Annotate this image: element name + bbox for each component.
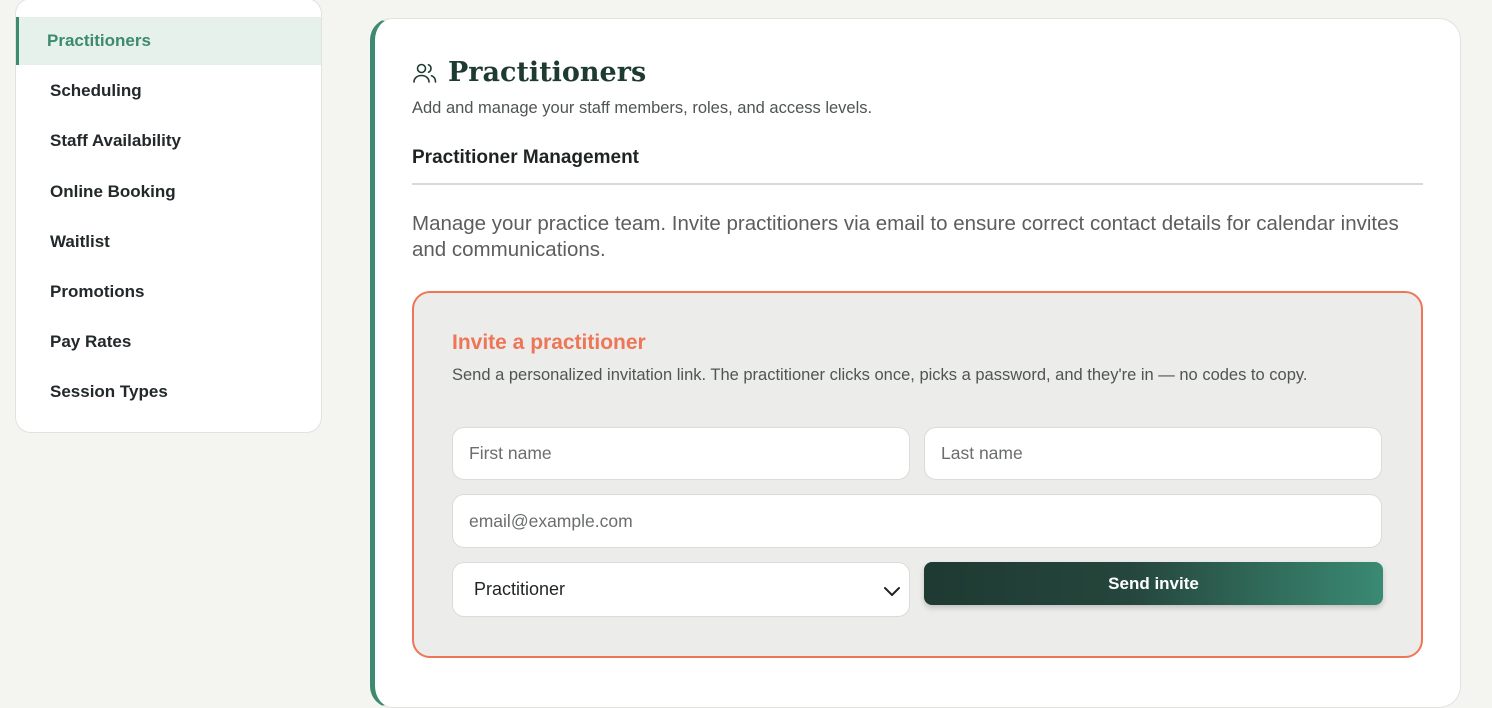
sidebar-item-online-booking[interactable]: Online Booking — [16, 168, 321, 216]
page-subtitle: Add and manage your staff members, roles… — [412, 99, 873, 117]
chevron-down-icon — [881, 580, 903, 602]
section-description: Manage your practice team. Invite practi… — [412, 212, 1399, 261]
last-name-input[interactable] — [924, 427, 1382, 480]
role-select[interactable]: Practitioner — [452, 562, 910, 617]
sidebar-item-practitioners[interactable]: Practitioners — [16, 17, 321, 65]
invite-title: Invite a practitioner — [452, 331, 646, 354]
sidebar-item-session-types[interactable]: Session Types — [16, 368, 321, 416]
send-invite-button[interactable]: Send invite — [924, 562, 1383, 605]
practitioners-card: Practitioners Add and manage your staff … — [370, 18, 1461, 708]
invite-description: Send a personalized invitation link. The… — [452, 366, 1308, 384]
page-title: Practitioners — [448, 57, 647, 88]
section-heading: Practitioner Management — [412, 147, 639, 168]
invite-panel: Invite a practitioner Send a personalize… — [412, 291, 1423, 658]
email-input[interactable] — [452, 494, 1382, 548]
page-header: Practitioners — [412, 57, 646, 88]
first-name-input[interactable] — [452, 427, 910, 480]
section-divider — [412, 183, 1423, 185]
settings-sidebar: Practitioners Scheduling Staff Availabil… — [15, 0, 322, 433]
sidebar-item-staff-availability[interactable]: Staff Availability — [16, 117, 321, 165]
sidebar-item-scheduling[interactable]: Scheduling — [16, 67, 321, 115]
sidebar-item-pay-rates[interactable]: Pay Rates — [16, 318, 321, 366]
users-icon — [412, 60, 438, 86]
role-select-value: Practitioner — [474, 579, 566, 599]
sidebar-item-promotions[interactable]: Promotions — [16, 268, 321, 316]
sidebar-item-waitlist[interactable]: Waitlist — [16, 218, 321, 266]
